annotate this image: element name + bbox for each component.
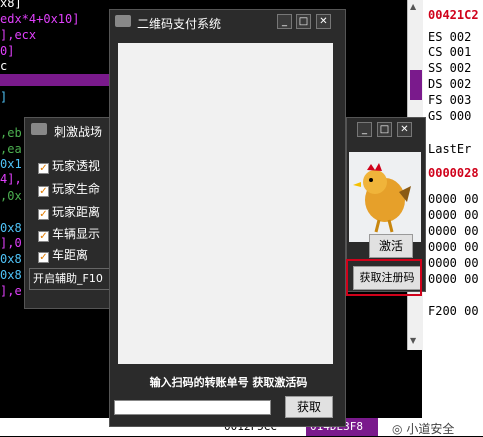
checkbox-checked-icon[interactable]: ✓ bbox=[38, 209, 49, 220]
register-address: 00421C2 bbox=[428, 8, 479, 22]
app-icon bbox=[115, 15, 131, 27]
register-value: 0000 00 bbox=[428, 208, 479, 222]
scroll-highlight bbox=[410, 70, 422, 100]
hotkey-label: 开启辅助_F10 bbox=[29, 268, 113, 290]
checkbox-checked-icon[interactable]: ✓ bbox=[38, 163, 49, 174]
register-value: 0000 00 bbox=[428, 224, 479, 238]
asm-line: ,0x bbox=[0, 189, 22, 203]
minimize-button[interactable]: _ bbox=[357, 122, 372, 137]
close-button[interactable]: ✕ bbox=[316, 14, 331, 29]
asm-line: 0x1 bbox=[0, 157, 22, 171]
register-value: 0000 00 bbox=[428, 256, 479, 270]
register-value: 0000 00 bbox=[428, 192, 479, 206]
get-button[interactable]: 获取 bbox=[285, 396, 333, 418]
qr-titlebar[interactable]: 二维码支付系统 _ □ ✕ bbox=[110, 10, 345, 34]
order-number-input[interactable] bbox=[114, 400, 271, 415]
option-player-esp[interactable]: ✓ 玩家透视 bbox=[38, 157, 100, 174]
register-value: F200 00 bbox=[428, 304, 479, 318]
maximize-button[interactable]: □ bbox=[377, 122, 392, 137]
register-pane: 00421C2 ES 002 CS 001 SS 002 DS 002 FS 0… bbox=[422, 0, 483, 436]
asm-line: 0] bbox=[0, 44, 15, 58]
app-icon bbox=[31, 123, 47, 135]
activate-button[interactable]: 激活 bbox=[369, 234, 413, 258]
asm-line: 4], bbox=[0, 172, 22, 186]
close-button[interactable]: ✕ bbox=[397, 122, 412, 137]
asm-line: ,eb bbox=[0, 126, 22, 140]
asm-line: 0x8 bbox=[0, 221, 22, 235]
checkbox-checked-icon[interactable]: ✓ bbox=[38, 231, 49, 242]
last-error-value: 0000028 bbox=[428, 166, 479, 180]
asm-line: ],ecx bbox=[0, 28, 37, 42]
segment-register: CS 001 bbox=[428, 45, 472, 59]
segment-register: ES 002 bbox=[428, 30, 472, 44]
window-title: 二维码支付系统 bbox=[137, 17, 222, 31]
segment-register: SS 002 bbox=[428, 61, 472, 75]
segment-register: FS 003 bbox=[428, 93, 472, 107]
minimize-button[interactable]: _ bbox=[277, 14, 292, 29]
asm-line: ] bbox=[0, 90, 8, 104]
qr-code-area bbox=[118, 43, 333, 364]
maximize-button[interactable]: □ bbox=[296, 14, 311, 29]
asm-line: ],0 bbox=[0, 236, 22, 250]
cheat-titlebar[interactable]: 刺激战场 bbox=[25, 118, 113, 142]
asm-line: ,ea bbox=[0, 142, 22, 156]
checkbox-checked-icon[interactable]: ✓ bbox=[38, 186, 49, 197]
watermark: ◎ 小道安全 bbox=[392, 422, 455, 436]
asm-line: 0x8 bbox=[0, 268, 22, 282]
option-player-distance[interactable]: ✓ 玩家距离 bbox=[38, 203, 100, 220]
segment-register: GS 000 bbox=[428, 109, 472, 123]
register-value: 0000 00 bbox=[428, 240, 479, 254]
asm-line: c bbox=[0, 59, 8, 73]
instruction-text: 输入扫码的转账单号 获取激活码 bbox=[149, 376, 308, 389]
checkbox-checked-icon[interactable]: ✓ bbox=[38, 252, 49, 263]
option-vehicle-display[interactable]: ✓ 车辆显示 bbox=[38, 225, 100, 242]
cheat-window: 刺激战场 ✓ 玩家透视 ✓ 玩家生命 ✓ 玩家距离 ✓ 车辆显示 ✓ 车距离 开启辅助_F… bbox=[24, 117, 114, 309]
option-player-health[interactable]: ✓ 玩家生命 bbox=[38, 180, 100, 197]
last-error-label: LastEr bbox=[428, 142, 472, 156]
asm-line: x8] bbox=[0, 0, 22, 10]
asm-line: edx*4+0x10] bbox=[0, 12, 80, 26]
asm-line: ],e bbox=[0, 284, 22, 298]
segment-register: DS 002 bbox=[428, 77, 472, 91]
wechat-icon: ◎ bbox=[392, 422, 403, 436]
qr-payment-window: 二维码支付系统 _ □ ✕ 输入扫码的转账单号 获取激活码 获取 bbox=[109, 9, 346, 427]
register-value: 0000 00 bbox=[428, 272, 479, 286]
chicken-image bbox=[349, 152, 421, 242]
cheat-title: 刺激战场 bbox=[54, 125, 103, 139]
highlight-box bbox=[346, 259, 422, 296]
option-vehicle-distance[interactable]: ✓ 车距离 bbox=[38, 246, 88, 263]
selected-line-highlight bbox=[0, 74, 112, 86]
asm-line: 0x8 bbox=[0, 252, 22, 266]
